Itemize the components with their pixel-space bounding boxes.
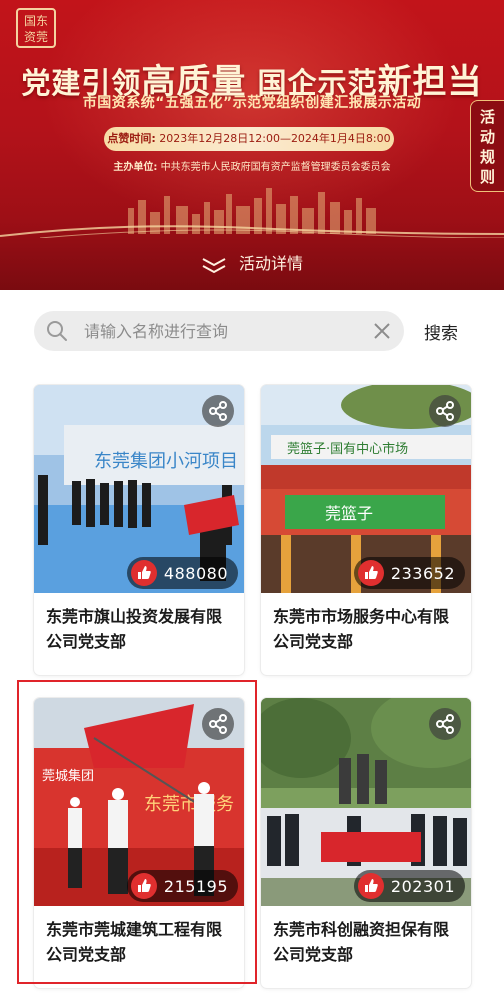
share-icon (436, 714, 454, 734)
entry-card[interactable]: 莞篮子·国有中心市场 莞篮子 233652 东莞市市场服务中心有限公司党支部 (261, 385, 471, 675)
share-icon (209, 401, 227, 421)
search-button[interactable]: 搜索 (424, 319, 458, 344)
svg-text:东莞集团小河项目: 东莞集团小河项目 (94, 451, 238, 472)
vote-button[interactable]: 233652 (353, 557, 465, 589)
double-chevron-down-icon (202, 257, 226, 273)
rules-tab-label: 活动规则 (479, 108, 495, 186)
share-button[interactable] (429, 708, 461, 740)
thumbs-up-icon (357, 560, 384, 586)
vote-count: 488080 (163, 563, 228, 583)
vote-button[interactable]: 488080 (126, 557, 238, 589)
activity-banner: 国东 资莞 党建引领高质量 国企示范新担当 市国资系统“五强五化”示范党组织创建… (0, 0, 504, 290)
svg-text:莞篮子: 莞篮子 (325, 504, 373, 523)
share-button[interactable] (202, 395, 234, 427)
vote-time-label: 点赞时间: (107, 132, 156, 145)
entry-card[interactable]: 202301 东莞市科创融资担保有限公司党支部 (261, 698, 471, 988)
city-skyline-illustration (0, 188, 504, 238)
host-value: 中共东莞市人民政府国有资产监督管理委员会委员会 (160, 162, 391, 173)
banner-subtitle: 市国资系统“五强五化”示范党组织创建汇报展示活动 (82, 95, 422, 111)
vote-count: 202301 (390, 876, 455, 896)
thumbs-up-icon (357, 873, 384, 899)
activity-details-link[interactable]: 活动详情 (0, 244, 504, 284)
vote-button[interactable]: 202301 (353, 870, 465, 902)
host-label: 主办单位: (113, 162, 158, 173)
entry-photo: 202301 (261, 698, 471, 906)
vote-time-value: 2023年12月28日12:00—2024年1月4日8:00 (159, 132, 391, 145)
sasac-logo: 国东 资莞 (16, 8, 56, 48)
svg-text:莞篮子·国有中心市场: 莞篮子·国有中心市场 (287, 441, 408, 457)
entry-photo: 莞篮子·国有中心市场 莞篮子 233652 (261, 385, 471, 593)
entry-name: 东莞市科创融资担保有限公司党支部 (273, 920, 450, 964)
share-button[interactable] (429, 395, 461, 427)
activity-rules-tab[interactable]: 活动规则 (470, 100, 504, 192)
clear-icon[interactable] (374, 323, 390, 339)
search-bar (34, 311, 404, 351)
selection-highlight (17, 680, 257, 984)
host-unit: 主办单位: 中共东莞市人民政府国有资产监督管理委员会委员会 (0, 158, 504, 173)
vote-count: 233652 (390, 563, 455, 583)
share-icon (436, 401, 454, 421)
activity-details-label: 活动详情 (238, 254, 303, 273)
logo-text-bottom: 资莞 (23, 30, 48, 44)
search-input[interactable] (84, 311, 354, 351)
thumbs-up-icon (130, 560, 157, 586)
logo-text-top: 国东 (23, 14, 48, 28)
search-icon (47, 321, 67, 341)
entry-card[interactable]: 东莞集团小河项目 488080 东莞市旗山投资发展有限公司党支部 (34, 385, 244, 675)
entry-name: 东莞市旗山投资发展有限公司党支部 (46, 607, 223, 651)
entry-photo: 东莞集团小河项目 488080 (34, 385, 244, 593)
entry-name: 东莞市市场服务中心有限公司党支部 (273, 607, 450, 651)
vote-time: 点赞时间: 2023年12月28日12:00—2024年1月4日8:00 (104, 127, 394, 151)
